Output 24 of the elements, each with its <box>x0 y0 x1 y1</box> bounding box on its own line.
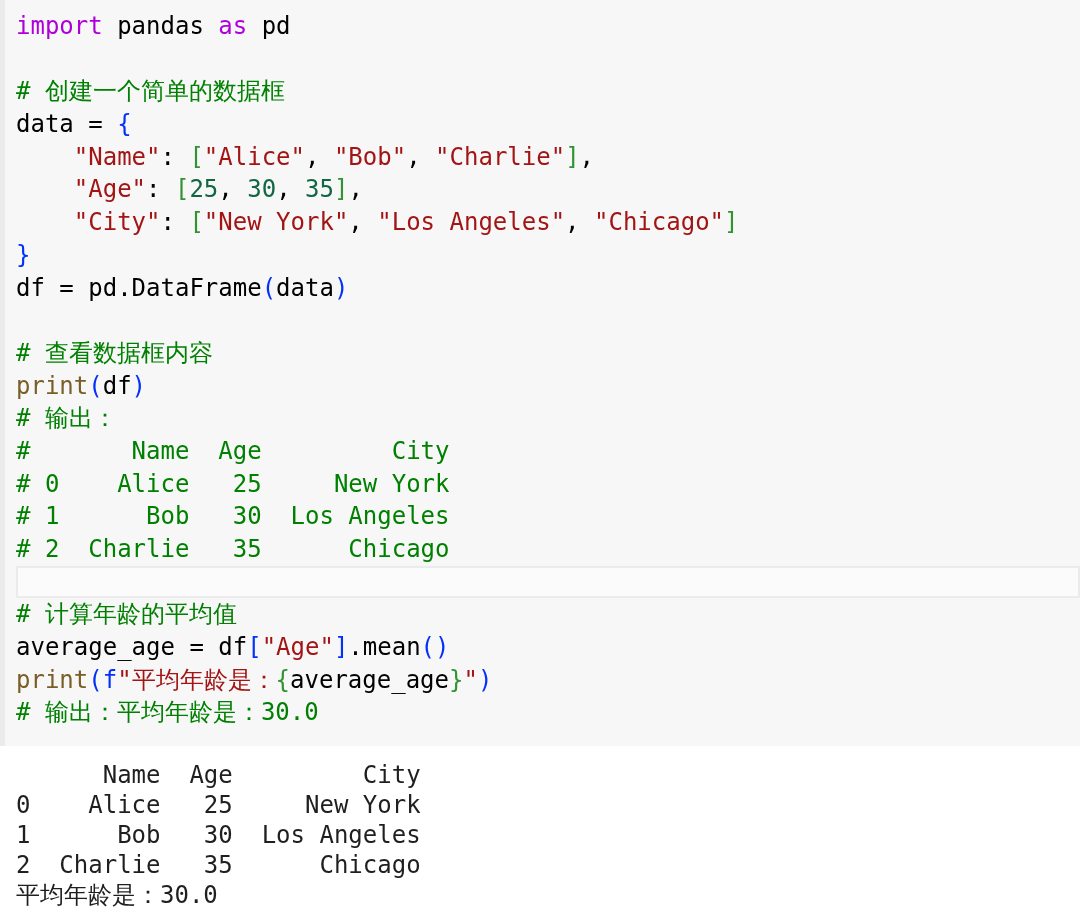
code-line: # 输出： <box>16 403 118 435</box>
code-line: average_age = df["Age"].mean() <box>16 632 451 664</box>
code-line: print(f"平均年龄是：{average_age}") <box>16 664 494 696</box>
code-line: # 输出：平均年龄是：30.0 <box>16 697 320 729</box>
code-line: "Name": ["Alice", "Bob", "Charlie"], <box>72 141 596 173</box>
code-line: df = pd.DataFrame(data) <box>16 272 350 304</box>
code-line: # 查看数据框内容 <box>16 337 214 369</box>
code-line: "City": ["New York", "Los Angeles", "Chicago"] <box>72 207 740 239</box>
code-line: # Name Age City <box>16 435 451 467</box>
output-line: Name Age City <box>101 760 421 790</box>
output-line: 0 Alice 25 New York <box>16 790 421 820</box>
code-line: # 0 Alice 25 New York <box>16 468 451 500</box>
output-line: 2 Charlie 35 Chicago <box>16 850 421 880</box>
code-line: print(df) <box>16 370 148 402</box>
code-line: data = { <box>16 109 133 141</box>
code-line: } <box>16 239 32 271</box>
code-line: # 创建一个简单的数据框 <box>16 76 286 108</box>
code-line: import pandas as pd <box>16 11 292 42</box>
output-line: 1 Bob 30 Los Angeles <box>16 820 421 850</box>
code-line: # 2 Charlie 35 Chicago <box>16 534 451 565</box>
code-line: # 计算年龄的平均值 <box>16 599 238 631</box>
code-line: # 1 Bob 30 Los Angeles <box>16 501 451 533</box>
output-line: 平均年龄是：30.0 <box>16 880 218 910</box>
code-line: "Age": [25, 30, 35], <box>72 174 364 206</box>
